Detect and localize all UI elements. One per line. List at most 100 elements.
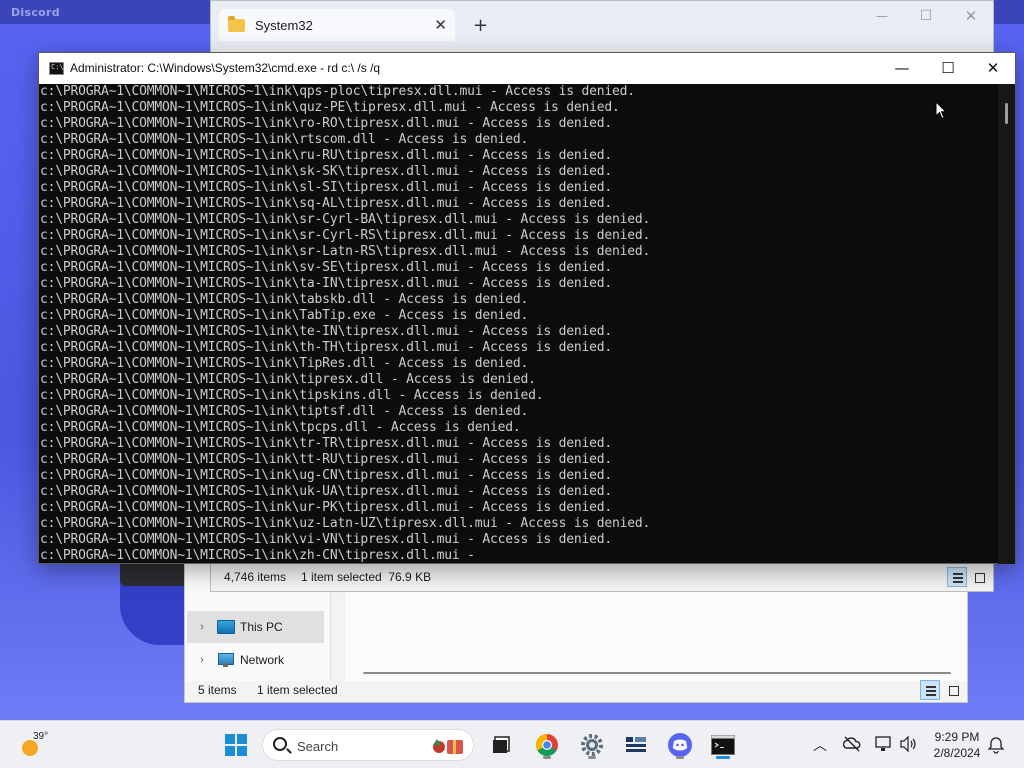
system-clock[interactable]: 9:29 PM 2/8/2024 [926, 729, 988, 761]
details-view-button[interactable] [947, 567, 967, 587]
cmd-output-line: c:\PROGRA~1\COMMON~1\MICROS~1\ink\ta-IN\… [40, 276, 612, 291]
chrome-button[interactable] [531, 729, 563, 761]
cmd-window-title: Administrator: C:\Windows\System32\cmd.e… [70, 61, 381, 75]
cmd-output-line: c:\PROGRA~1\COMMON~1\MICROS~1\ink\sv-SE\… [40, 260, 612, 275]
running-indicator [676, 756, 684, 759]
status-selection: 1 item selected [257, 683, 338, 697]
close-tab-icon[interactable]: ✕ [434, 16, 447, 34]
cmd-output-line: c:\PROGRA~1\COMMON~1\MICROS~1\ink\sq-AL\… [40, 196, 612, 211]
notification-bell-icon[interactable] [988, 736, 1004, 754]
maximize-button[interactable]: ☐ [903, 1, 949, 33]
nav-item-label: Network [240, 653, 285, 667]
details-view-button[interactable] [920, 680, 940, 700]
chevron-right-icon[interactable]: › [187, 621, 217, 633]
tiles-view-button[interactable] [943, 680, 963, 700]
vertical-scrollbar[interactable] [998, 84, 1015, 564]
cmd-output-line: c:\PROGRA~1\COMMON~1\MICROS~1\ink\tpcps.… [40, 420, 521, 435]
minimize-button[interactable]: — [859, 1, 905, 33]
cmd-output-line: c:\PROGRA~1\COMMON~1\MICROS~1\ink\qps-pl… [40, 84, 635, 99]
cmd-output-line: c:\PROGRA~1\COMMON~1\MICROS~1\ink\ru-RU\… [40, 148, 612, 163]
close-button[interactable]: ✕ [970, 53, 1016, 83]
cmd-output-line: c:\PROGRA~1\COMMON~1\MICROS~1\ink\sr-Cyr… [40, 228, 651, 243]
tab-title: System32 [255, 17, 313, 33]
nav-item-network[interactable]: › Network [187, 644, 324, 676]
cmd-output-line: c:\PROGRA~1\COMMON~1\MICROS~1\ink\sr-Cyr… [40, 212, 651, 227]
details-view-icon [926, 686, 936, 696]
cmd-output-line: c:\PROGRA~1\COMMON~1\MICROS~1\ink\uz-Lat… [40, 516, 651, 531]
start-button[interactable] [220, 729, 252, 761]
tab-system32[interactable]: System32 ✕ [219, 9, 455, 41]
discord-icon [668, 733, 692, 757]
clock-time: 9:29 PM [934, 730, 980, 744]
cmd-output-line: c:\PROGRA~1\COMMON~1\MICROS~1\ink\tipski… [40, 388, 544, 403]
close-button[interactable]: ✕ [948, 1, 994, 33]
cmd-output-line: c:\PROGRA~1\COMMON~1\MICROS~1\ink\th-TH\… [40, 340, 612, 355]
status-selection: 1 item selected 76.9 KB [301, 570, 432, 584]
app-icon [626, 737, 646, 752]
cmd-output-line: c:\PROGRA~1\COMMON~1\MICROS~1\ink\sk-SK\… [40, 164, 612, 179]
status-item-count: 5 items [198, 683, 237, 697]
task-view-button[interactable] [485, 729, 517, 761]
cmd-output[interactable]: c:\PROGRA~1\COMMON~1\MICROS~1\ink\qps-pl… [39, 84, 999, 564]
clock-date: 2/8/2024 [933, 746, 981, 760]
volume-icon[interactable] [899, 735, 917, 753]
minimize-button[interactable]: — [879, 53, 925, 83]
folder-icon [228, 15, 245, 32]
chrome-icon [536, 734, 558, 756]
cmd-output-line: c:\PROGRA~1\COMMON~1\MICROS~1\ink\tiptsf… [40, 404, 529, 419]
search-icon [273, 737, 287, 751]
nav-item-label: This PC [240, 620, 283, 634]
tiles-view-button[interactable] [969, 567, 989, 587]
horizontal-scrollbar[interactable] [363, 672, 951, 674]
nav-item-this-pc[interactable]: › This PC [187, 611, 324, 643]
cmd-output-line: c:\PROGRA~1\COMMON~1\MICROS~1\ink\tr-TR\… [40, 436, 612, 451]
tiles-view-icon [949, 686, 959, 696]
cmd-output-line: c:\PROGRA~1\COMMON~1\MICROS~1\ink\rtscom… [40, 132, 529, 147]
console-icon: C:\ [49, 62, 64, 75]
cmd-output-line: c:\PROGRA~1\COMMON~1\MICROS~1\ink\sl-SI\… [40, 180, 612, 195]
maximize-button[interactable]: ☐ [925, 53, 971, 83]
cmd-output-line: c:\PROGRA~1\COMMON~1\MICROS~1\ink\tt-RU\… [40, 452, 612, 467]
taskbar-search[interactable]: Search [262, 729, 474, 761]
status-item-count: 4,746 items [224, 570, 287, 584]
task-view-icon [493, 736, 510, 753]
new-tab-button[interactable]: + [473, 15, 488, 36]
scrollbar-thumb[interactable] [1005, 103, 1008, 124]
chevron-right-icon[interactable]: › [187, 654, 217, 666]
network-icon [217, 653, 235, 667]
cmd-output-line: c:\PROGRA~1\COMMON~1\MICROS~1\ink\vi-VN\… [40, 532, 612, 547]
discord-button[interactable] [664, 729, 696, 761]
active-indicator [716, 756, 730, 759]
taskbar: 39° Search ︿ 9:29 PM 2/8/2024 [0, 720, 1024, 768]
network-icon[interactable] [874, 735, 894, 753]
settings-button[interactable] [576, 729, 608, 761]
cmd-output-line: c:\PROGRA~1\COMMON~1\MICROS~1\ink\tabskb… [40, 292, 529, 307]
running-indicator [588, 756, 596, 759]
search-highlight-icon [433, 739, 463, 754]
computer-icon [217, 620, 235, 634]
terminal-button[interactable] [707, 729, 739, 761]
cmd-output-line: c:\PROGRA~1\COMMON~1\MICROS~1\ink\uk-UA\… [40, 484, 612, 499]
explorer-tab-bar: System32 ✕ + — ☐ ✕ [211, 1, 993, 49]
onedrive-icon[interactable] [843, 736, 861, 752]
windows-logo-icon [225, 734, 247, 756]
cmd-title-bar[interactable]: C:\ Administrator: C:\Windows\System32\c… [39, 53, 1015, 84]
tiles-view-icon [975, 573, 985, 583]
cmd-output-line: c:\PROGRA~1\COMMON~1\MICROS~1\ink\quz-PE… [40, 100, 620, 115]
terminal-icon [711, 735, 735, 755]
app-button[interactable] [620, 729, 652, 761]
cmd-output-line: c:\PROGRA~1\COMMON~1\MICROS~1\ink\TipRes… [40, 356, 529, 371]
search-placeholder: Search [297, 739, 339, 754]
cmd-output-line: c:\PROGRA~1\COMMON~1\MICROS~1\ink\te-IN\… [40, 324, 612, 339]
cmd-output-line: c:\PROGRA~1\COMMON~1\MICROS~1\ink\TabTip… [40, 308, 529, 323]
command-prompt-window[interactable]: C:\ Administrator: C:\Windows\System32\c… [38, 52, 1016, 564]
cmd-output-line: c:\PROGRA~1\COMMON~1\MICROS~1\ink\sr-Lat… [40, 244, 651, 259]
cmd-output-line: c:\PROGRA~1\COMMON~1\MICROS~1\ink\ur-PK\… [40, 500, 612, 515]
details-view-icon [953, 573, 963, 583]
discord-title: Discord [11, 6, 60, 19]
status-bar: 4,746 items 1 item selected 76.9 KB [211, 563, 993, 591]
weather-temperature: 39° [33, 731, 49, 742]
chevron-up-icon[interactable]: ︿ [813, 735, 827, 755]
status-bar: 5 items 1 item selected [185, 678, 967, 702]
cmd-output-line: c:\PROGRA~1\COMMON~1\MICROS~1\ink\tipres… [40, 372, 536, 387]
